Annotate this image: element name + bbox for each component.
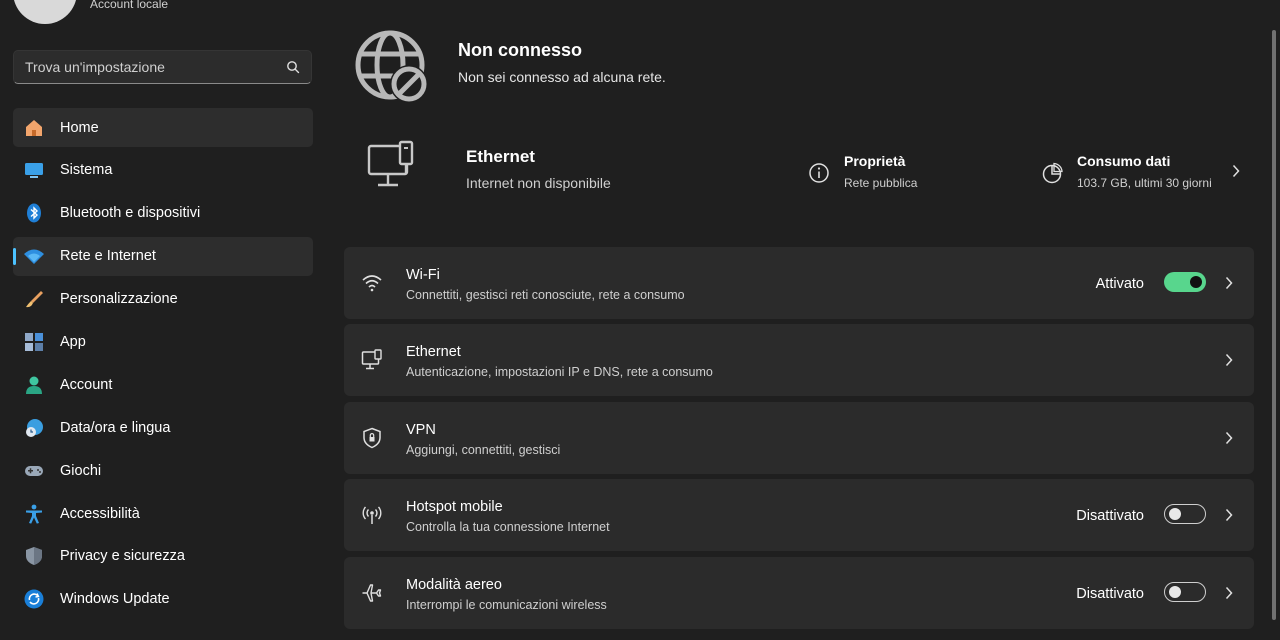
sidebar-item-bluetooth[interactable]: Bluetooth e dispositivi bbox=[13, 194, 313, 233]
accessibility-icon bbox=[23, 503, 45, 525]
chevron-right-icon bbox=[1225, 353, 1233, 367]
wifi-state-label: Attivato bbox=[1095, 276, 1144, 292]
airplane-card-subtitle: Interrompi le comunicazioni wireless bbox=[406, 598, 607, 612]
ethernet-icon bbox=[361, 349, 382, 370]
vpn-card[interactable]: VPN Aggiungi, connettiti, gestisci bbox=[344, 402, 1254, 474]
toggle-knob bbox=[1169, 508, 1181, 520]
sidebar-item-label: Data/ora e lingua bbox=[60, 419, 171, 436]
gamepad-icon bbox=[23, 460, 45, 482]
chevron-right-icon bbox=[1225, 586, 1233, 600]
properties-title: Proprietà bbox=[844, 153, 906, 169]
airplane-mode-card[interactable]: Modalità aereo Interrompi le comunicazio… bbox=[344, 557, 1254, 629]
chevron-right-icon bbox=[1225, 276, 1233, 290]
update-icon bbox=[23, 588, 45, 610]
airplane-toggle[interactable] bbox=[1164, 582, 1206, 602]
wifi-icon bbox=[23, 245, 45, 267]
wifi-card-title: Wi-Fi bbox=[406, 267, 440, 283]
account-type-label: Account locale bbox=[90, 0, 169, 11]
sidebar-item-label: Accessibilità bbox=[60, 505, 140, 522]
search-box[interactable] bbox=[13, 50, 312, 84]
connection-status-subtitle: Non sei connesso ad alcuna rete. bbox=[458, 69, 666, 85]
sidebar: Account locale Home Sistema Bluetooth e … bbox=[0, 0, 330, 640]
clock-globe-icon bbox=[23, 417, 45, 439]
sidebar-item-label: Giochi bbox=[60, 462, 102, 479]
wifi-card[interactable]: Wi-Fi Connettiti, gestisci reti conosciu… bbox=[344, 247, 1254, 319]
airplane-state-label: Disattivato bbox=[1076, 586, 1144, 602]
sidebar-item-home[interactable]: Home bbox=[13, 108, 313, 147]
ethernet-card-title: Ethernet bbox=[406, 344, 461, 360]
chevron-right-icon bbox=[1232, 164, 1240, 178]
data-usage-link[interactable]: Consumo dati 103.7 GB, ultimi 30 giorni bbox=[1039, 150, 1254, 200]
sidebar-item-sistema[interactable]: Sistema bbox=[13, 151, 313, 190]
connection-status-title: Non connesso bbox=[458, 40, 583, 60]
search-icon[interactable] bbox=[286, 60, 300, 74]
hotspot-toggle[interactable] bbox=[1164, 504, 1206, 524]
hotspot-icon bbox=[362, 506, 382, 524]
ethernet-card[interactable]: Ethernet Autenticazione, impostazioni IP… bbox=[344, 324, 1254, 396]
data-usage-subtitle: 103.7 GB, ultimi 30 giorni bbox=[1077, 176, 1212, 190]
info-icon bbox=[809, 163, 829, 183]
sidebar-item-data-ora-lingua[interactable]: Data/ora e lingua bbox=[13, 408, 313, 447]
properties-link[interactable]: Proprietà Rete pubblica bbox=[806, 150, 1006, 200]
sidebar-item-label: Sistema bbox=[60, 162, 113, 179]
airplane-icon bbox=[362, 584, 382, 602]
person-icon bbox=[23, 374, 45, 396]
airplane-card-title: Modalità aereo bbox=[406, 577, 502, 593]
hotspot-card-title: Hotspot mobile bbox=[406, 499, 503, 515]
vpn-card-title: VPN bbox=[406, 422, 436, 438]
vpn-shield-icon bbox=[363, 427, 381, 449]
sidebar-item-accessibilita[interactable]: Accessibilità bbox=[13, 494, 313, 533]
sidebar-item-label: Account bbox=[60, 376, 113, 393]
toggle-knob bbox=[1190, 276, 1202, 288]
vpn-card-subtitle: Aggiungi, connettiti, gestisci bbox=[406, 443, 561, 457]
data-usage-title: Consumo dati bbox=[1077, 153, 1171, 169]
sidebar-item-personalizzazione[interactable]: Personalizzazione bbox=[13, 280, 313, 319]
ethernet-monitor-icon bbox=[367, 140, 414, 187]
sidebar-item-privacy[interactable]: Privacy e sicurezza bbox=[13, 537, 313, 576]
shield-icon bbox=[23, 545, 45, 567]
search-input[interactable] bbox=[14, 51, 276, 83]
avatar[interactable] bbox=[13, 0, 77, 24]
sidebar-item-windows-update[interactable]: Windows Update bbox=[13, 580, 313, 619]
wifi-toggle[interactable] bbox=[1164, 272, 1206, 292]
sidebar-item-label: Personalizzazione bbox=[60, 291, 178, 308]
chevron-right-icon bbox=[1225, 431, 1233, 445]
wifi-card-subtitle: Connettiti, gestisci reti conosciute, re… bbox=[406, 288, 685, 302]
sidebar-item-account[interactable]: Account bbox=[13, 365, 313, 404]
hotspot-state-label: Disattivato bbox=[1076, 508, 1144, 524]
sidebar-item-label: Bluetooth e dispositivi bbox=[60, 205, 201, 222]
ethernet-summary-subtitle: Internet non disponibile bbox=[466, 175, 611, 191]
apps-icon bbox=[23, 331, 45, 353]
sidebar-item-label: Privacy e sicurezza bbox=[60, 548, 185, 565]
brush-icon bbox=[23, 288, 45, 310]
globe-disconnected-icon bbox=[355, 30, 428, 103]
hotspot-card[interactable]: Hotspot mobile Controlla la tua connessi… bbox=[344, 479, 1254, 551]
wifi-icon bbox=[362, 275, 382, 292]
ethernet-card-subtitle: Autenticazione, impostazioni IP e DNS, r… bbox=[406, 365, 713, 379]
sidebar-item-label: Rete e Internet bbox=[60, 248, 156, 265]
pie-chart-icon bbox=[1042, 162, 1063, 184]
sidebar-nav: Home Sistema Bluetooth e dispositivi Ret… bbox=[13, 108, 313, 623]
sidebar-item-giochi[interactable]: Giochi bbox=[13, 451, 313, 490]
sidebar-item-label: Windows Update bbox=[60, 591, 170, 608]
sidebar-item-label: Home bbox=[60, 119, 99, 136]
hotspot-card-subtitle: Controlla la tua connessione Internet bbox=[406, 520, 610, 534]
sidebar-item-rete-internet[interactable]: Rete e Internet bbox=[13, 236, 313, 276]
sidebar-item-app[interactable]: App bbox=[13, 322, 313, 361]
bluetooth-icon bbox=[23, 202, 45, 224]
system-icon bbox=[23, 159, 45, 181]
toggle-knob bbox=[1169, 586, 1181, 598]
main-content: Non connesso Non sei connesso ad alcuna … bbox=[344, 0, 1254, 640]
vertical-scrollbar[interactable] bbox=[1272, 30, 1276, 620]
chevron-right-icon bbox=[1225, 508, 1233, 522]
sidebar-item-label: App bbox=[60, 333, 86, 350]
properties-subtitle: Rete pubblica bbox=[844, 176, 918, 190]
ethernet-summary-title: Ethernet bbox=[466, 147, 535, 166]
home-icon bbox=[23, 117, 45, 139]
